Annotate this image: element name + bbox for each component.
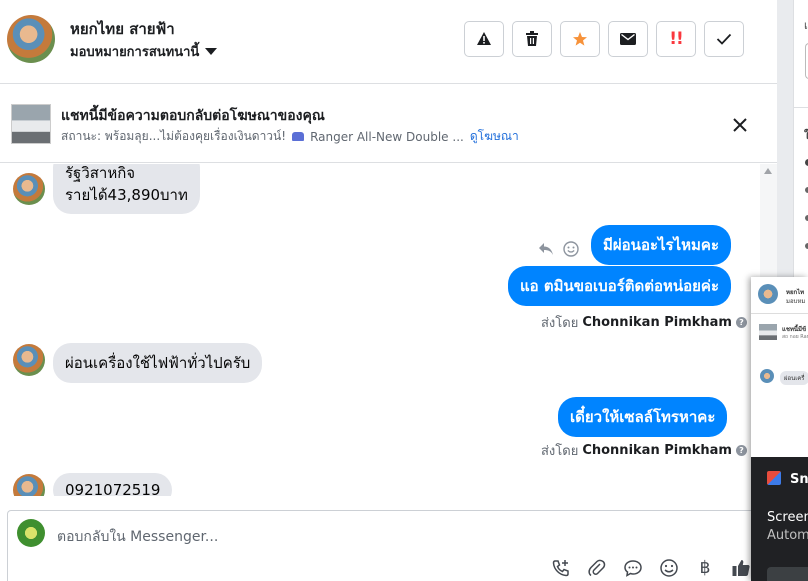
preview-message: ผ่อนเครื่	[780, 371, 808, 385]
agent-name: Chonnikan Pimkham	[582, 443, 732, 458]
contact-avatar-small	[13, 173, 45, 205]
warning-icon	[477, 32, 491, 45]
page-avatar	[17, 519, 45, 547]
divider	[794, 107, 808, 108]
conversation-header: หยกไทย สายฟ้า มอบหมายการสนทนานี้ !!	[0, 0, 777, 84]
contact-avatar[interactable]	[7, 15, 55, 63]
mark-unread-button[interactable]	[608, 21, 648, 57]
car-icon	[292, 132, 305, 141]
star-icon	[573, 32, 587, 46]
snip-subtext: Autom	[767, 528, 808, 543]
contact-avatar-small	[13, 474, 45, 496]
preview-sub: มอบหม	[786, 298, 806, 305]
saved-reply-icon[interactable]	[622, 557, 644, 579]
ad-reply-banner: แชทนี้มีข้อความตอบกลับต่อโฆษณาของคุณ สถา…	[0, 85, 777, 163]
incoming-message[interactable]: ผ่อนเครื่องใช้ไฟฟ้าทั่วไปครับ	[53, 343, 263, 383]
add-call-icon[interactable]	[550, 557, 572, 579]
composer-toolbar: ฿	[550, 557, 752, 579]
assign-conversation-dropdown[interactable]: มอบหมายการสนทนานี้	[70, 41, 218, 62]
emoji-icon[interactable]	[658, 557, 680, 579]
reply-composer[interactable]: ตอบกลับใน Messenger... ฿	[7, 510, 757, 581]
reply-icon[interactable]	[538, 241, 554, 260]
message-thread[interactable]: รัฐวิสาหกิจ รายได้43,890บาท มีผ่อนอะไรไห…	[0, 164, 760, 496]
snip-action-button[interactable]	[767, 567, 808, 581]
caret-down-icon	[205, 48, 218, 55]
payment-icon[interactable]: ฿	[694, 557, 716, 579]
preview-ad-thumb	[759, 324, 777, 340]
snip-text: Screen	[767, 510, 808, 525]
preview-avatar	[760, 369, 774, 383]
help-icon[interactable]: ?	[735, 445, 747, 456]
sidebar-text: เ	[804, 19, 808, 32]
sidebar-text: ใ	[804, 129, 808, 142]
preview-avatar	[758, 284, 778, 304]
message-line: รัฐวิสาหกิจ	[65, 164, 136, 182]
snip-tool-icon	[767, 471, 781, 485]
double-exclamation-icon: !!	[669, 29, 683, 49]
ad-banner-title: แชทนี้มีข้อความตอบกลับต่อโฆษณาของคุณ	[61, 108, 325, 124]
reply-input[interactable]: ตอบกลับใน Messenger...	[57, 526, 218, 548]
checkmark-icon	[716, 33, 732, 45]
mark-important-button[interactable]: !!	[656, 21, 696, 57]
snip-notification[interactable]: Snip Screen Autom	[751, 457, 808, 581]
preview-ad-sub: สถ กอย Ran	[782, 334, 808, 340]
sent-by-label: ส่งโดย Chonnikan Pimkham ?	[541, 440, 747, 461]
view-ad-link[interactable]: ดูโฆษณา	[470, 127, 519, 146]
attachment-icon[interactable]	[586, 557, 608, 579]
ad-thumbnail[interactable]	[11, 104, 51, 144]
assign-label: มอบหมายการสนทนานี้	[70, 45, 200, 60]
contact-avatar-small	[13, 344, 45, 376]
close-banner-button[interactable]	[729, 114, 751, 136]
outgoing-message[interactable]: เดี๋ยวให้เซลล์โทรหาคะ	[558, 397, 728, 437]
delete-button[interactable]	[512, 21, 552, 57]
divider	[751, 313, 808, 314]
star-button[interactable]	[560, 21, 600, 57]
sent-by-prefix: ส่งโดย	[541, 444, 579, 459]
scroll-up-arrow-icon[interactable]	[764, 168, 772, 174]
ad-banner-details: สถานะ: พร้อมลุย...ไม่ต้องคุยเรื่องเงินดา…	[61, 127, 519, 146]
mark-done-button[interactable]	[704, 21, 744, 57]
incoming-message[interactable]: 0921072519	[53, 473, 173, 496]
ad-product: Ranger All-New Double ...	[310, 129, 464, 144]
snip-title: Snip	[790, 472, 808, 487]
trash-icon	[526, 31, 538, 46]
outgoing-message[interactable]: แอ ตมินขอเบอร์ติดต่อหน่อยค่ะ	[508, 266, 732, 306]
like-icon[interactable]	[730, 557, 752, 579]
incoming-message[interactable]: รัฐวิสาหกิจ รายได้43,890บาท	[53, 164, 200, 214]
sent-by-prefix: ส่งโดย	[541, 316, 579, 331]
message-line: รายได้43,890บาท	[65, 186, 188, 204]
contact-name[interactable]: หยกไทย สายฟ้า	[70, 17, 175, 41]
ad-status: สถานะ: พร้อมลุย...ไม่ต้องคุยเรื่องเงินดา…	[61, 129, 287, 143]
close-icon	[733, 118, 747, 132]
mark-spam-button[interactable]	[464, 21, 504, 57]
envelope-icon	[620, 33, 636, 45]
outgoing-message[interactable]: มีผ่อนอะไรไหมคะ	[591, 225, 732, 265]
react-icon[interactable]	[563, 241, 579, 261]
agent-name: Chonnikan Pimkham	[582, 315, 732, 330]
sent-by-label: ส่งโดย Chonnikan Pimkham ?	[541, 312, 747, 333]
help-icon[interactable]: ?	[735, 317, 747, 328]
